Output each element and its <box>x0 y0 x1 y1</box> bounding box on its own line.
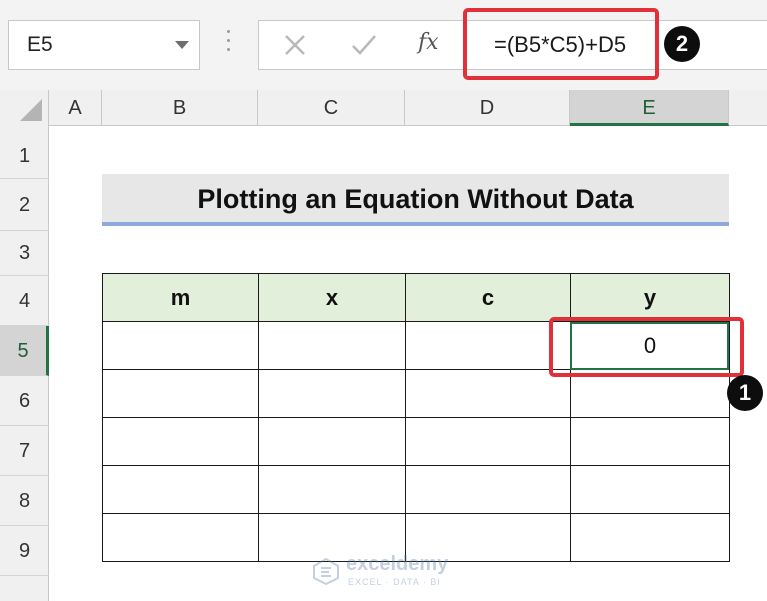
cell-d8[interactable] <box>405 465 571 514</box>
formula-highlight-box <box>463 8 659 80</box>
watermark-name: exceldemy <box>346 553 449 575</box>
header-m[interactable]: m <box>102 273 259 322</box>
cell-d7[interactable] <box>405 417 571 466</box>
row-header-9[interactable]: 9 <box>0 526 49 576</box>
column-header-c[interactable]: C <box>258 90 405 126</box>
name-box[interactable]: E5 <box>8 20 200 70</box>
step-badge-1: 1 <box>727 375 763 411</box>
row-header-5[interactable]: 5 <box>0 326 49 376</box>
insert-function-icon[interactable]: fx <box>418 30 439 55</box>
step-badge-2: 2 <box>664 26 700 62</box>
column-header-b[interactable]: B <box>102 90 258 126</box>
cell-b7[interactable] <box>102 417 259 466</box>
table-row <box>102 417 730 466</box>
chevron-down-icon[interactable] <box>175 41 189 49</box>
more-options-icon[interactable] <box>226 30 232 62</box>
row-header-4[interactable]: 4 <box>0 276 49 326</box>
cell-c5[interactable] <box>258 321 406 370</box>
cell-c6[interactable] <box>258 369 406 418</box>
cell-d6[interactable] <box>405 369 571 418</box>
row-header-8[interactable]: 8 <box>0 476 49 526</box>
cell-highlight-box <box>549 317 744 377</box>
row-header-2[interactable]: 2 <box>0 179 49 231</box>
column-header-e[interactable]: E <box>570 90 729 126</box>
header-y[interactable]: y <box>570 273 730 322</box>
column-header-a[interactable]: A <box>49 90 102 126</box>
cell-e7[interactable] <box>570 417 730 466</box>
row-header-3[interactable]: 3 <box>0 231 49 276</box>
sheet-title[interactable]: Plotting an Equation Without Data <box>102 174 729 226</box>
cell-b9[interactable] <box>102 513 259 562</box>
cell-d5[interactable] <box>405 321 571 370</box>
cell-e8[interactable] <box>570 465 730 514</box>
name-box-value: E5 <box>27 33 53 56</box>
cell-c8[interactable] <box>258 465 406 514</box>
cell-b5[interactable] <box>102 321 259 370</box>
cell-b8[interactable] <box>102 465 259 514</box>
row-header-6[interactable]: 6 <box>0 376 49 426</box>
header-x[interactable]: x <box>258 273 406 322</box>
exceldemy-logo-icon <box>313 557 339 585</box>
column-header-d[interactable]: D <box>405 90 570 126</box>
watermark-tagline: EXCEL · DATA · BI <box>348 577 441 587</box>
select-all-button[interactable] <box>0 90 49 126</box>
cancel-icon[interactable] <box>282 32 308 58</box>
row-header-1[interactable]: 1 <box>0 134 49 179</box>
table-row <box>102 465 730 514</box>
row-header-7[interactable]: 7 <box>0 426 49 476</box>
enter-check-icon[interactable] <box>350 32 378 58</box>
cell-e9[interactable] <box>570 513 730 562</box>
table-header-row: m x c y <box>102 273 730 322</box>
watermark: exceldemy EXCEL · DATA · BI <box>312 553 492 593</box>
header-c[interactable]: c <box>405 273 571 322</box>
cell-c7[interactable] <box>258 417 406 466</box>
cell-b6[interactable] <box>102 369 259 418</box>
